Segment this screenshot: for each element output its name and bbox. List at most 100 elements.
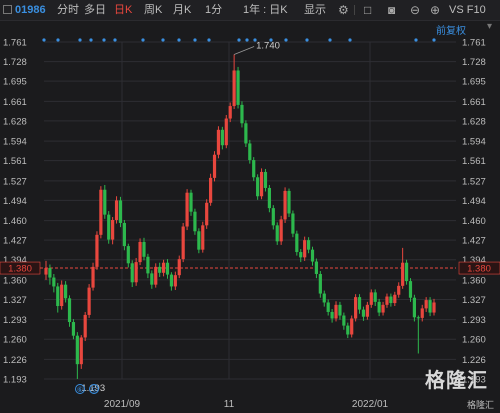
candle-body xyxy=(189,192,193,212)
candle-body xyxy=(209,177,213,203)
y-tick-label-left: 1.661 xyxy=(3,97,27,108)
candle-body xyxy=(369,292,373,305)
y-tick-label-right: 1.327 xyxy=(462,295,486,306)
candle-body xyxy=(134,262,138,283)
candle-body xyxy=(248,143,252,161)
y-tick-label-left: 1.427 xyxy=(3,236,27,247)
candle-body xyxy=(259,171,264,197)
candle-body xyxy=(408,281,413,298)
candle-body xyxy=(271,208,275,226)
x-tick-label: 11 xyxy=(224,399,235,410)
candle-body xyxy=(158,266,162,273)
y-tick-label-right: 1.561 xyxy=(462,156,486,167)
y-tick-label-left: 1.561 xyxy=(3,156,27,167)
candle-body xyxy=(114,200,119,220)
event-dot xyxy=(305,38,309,42)
y-tick-label-left: 1.293 xyxy=(3,315,27,326)
candle-body xyxy=(373,292,377,302)
y-tick-label-left: 1.527 xyxy=(3,176,27,187)
y-tick-label-left: 1.728 xyxy=(3,57,27,68)
candle-body xyxy=(91,266,95,288)
y-tick-label-right: 1.594 xyxy=(462,137,486,148)
event-dot xyxy=(348,38,352,42)
candle-body xyxy=(122,222,126,247)
candle-body xyxy=(385,296,389,305)
candle-body xyxy=(83,314,87,338)
candle-body xyxy=(71,322,76,336)
candle-body xyxy=(95,234,99,267)
kline-chart[interactable]: 1.761 1.761 1.728 1.728 1.695 1.695 1.661 1.661… xyxy=(0,0,500,413)
max-pointer xyxy=(233,46,255,55)
y-tick-label-right: 1.260 xyxy=(462,335,486,346)
y-tick-label-left: 1.360 xyxy=(3,275,27,286)
candle-body xyxy=(236,70,240,105)
candle-body xyxy=(99,189,103,235)
y-tick-label-right: 1.460 xyxy=(462,216,486,227)
event-dot xyxy=(161,38,165,42)
current-price-label: 1.380 xyxy=(8,264,32,275)
event-dot xyxy=(328,38,332,42)
y-tick-label-left: 1.594 xyxy=(3,137,27,148)
candle-body xyxy=(126,246,130,264)
y-tick-label-right: 1.728 xyxy=(462,57,486,68)
candle-body xyxy=(224,118,228,146)
candle-body xyxy=(52,277,56,287)
candle-body xyxy=(111,219,115,240)
candle-body xyxy=(107,214,111,240)
candle-body xyxy=(48,268,52,278)
candle-body xyxy=(193,211,197,232)
candle-body xyxy=(228,106,232,119)
candle-body xyxy=(393,294,397,304)
candle-body xyxy=(252,160,256,178)
candle-body xyxy=(63,284,68,299)
event-dot xyxy=(89,38,93,42)
event-dot xyxy=(42,38,46,42)
y-tick-label-left: 1.226 xyxy=(3,355,27,366)
x-tick-label: 2022/01 xyxy=(352,399,389,410)
candle-body xyxy=(295,233,299,253)
candle-body xyxy=(432,302,436,313)
y-tick-label-left: 1.761 xyxy=(3,38,27,49)
candle-body xyxy=(177,259,181,276)
event-dot xyxy=(414,38,418,42)
candle-body xyxy=(381,304,385,313)
candle-body xyxy=(201,225,205,250)
candle-body xyxy=(318,273,322,294)
candle-body xyxy=(67,298,72,323)
y-tick-label-right: 1.360 xyxy=(462,275,486,286)
candle-body xyxy=(389,296,393,304)
candle-body xyxy=(314,261,319,274)
candle-body xyxy=(330,311,334,319)
candle-body xyxy=(79,337,83,365)
y-tick-label-right: 1.628 xyxy=(462,116,486,127)
candle-body xyxy=(334,304,338,319)
candle-body xyxy=(197,231,201,250)
candle-body xyxy=(161,262,166,273)
event-dot xyxy=(193,38,197,42)
candle-body xyxy=(244,123,248,144)
candle-body xyxy=(416,317,420,319)
x-tick-label: 2021/09 xyxy=(104,399,141,410)
candle-body xyxy=(212,154,217,178)
candle-body xyxy=(424,300,428,309)
candle-body xyxy=(338,304,342,316)
y-tick-label-left: 1.327 xyxy=(3,295,27,306)
candle-body xyxy=(283,190,287,220)
event-marker-label: ⑥ xyxy=(77,385,84,394)
candle-body xyxy=(138,241,142,263)
candle-body xyxy=(181,226,185,260)
event-dot xyxy=(141,38,145,42)
candle-body xyxy=(326,302,330,312)
candle-body xyxy=(142,241,146,257)
candle-body xyxy=(346,325,350,335)
candle-body xyxy=(173,275,177,287)
event-dot xyxy=(78,38,82,42)
candle-body xyxy=(299,252,303,258)
candle-body xyxy=(377,301,381,313)
y-tick-label-right: 1.427 xyxy=(462,236,486,247)
candle-body xyxy=(216,129,221,155)
candle-body xyxy=(401,262,405,286)
candle-body xyxy=(350,318,354,335)
candle-body xyxy=(397,285,401,295)
candle-body xyxy=(279,219,283,242)
